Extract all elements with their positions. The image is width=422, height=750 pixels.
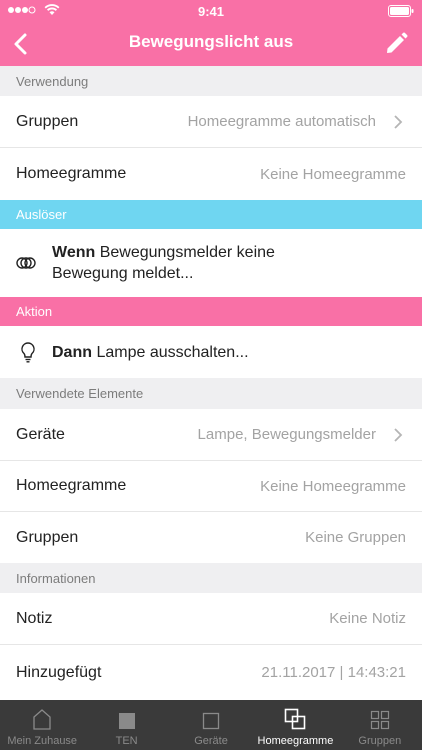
chevron-right-icon [392, 427, 406, 443]
row-value: Homeegramme automatisch [187, 113, 376, 130]
row-elemente-homeegramme: Homeegramme Keine Homeegramme [0, 461, 422, 512]
row-elemente-geraete[interactable]: Geräte Lampe, Bewegungsmelder [0, 409, 422, 461]
row-label: Hinzugefügt [16, 663, 102, 681]
square-filled-icon [118, 713, 135, 729]
section-informationen: Informationen [0, 563, 422, 593]
tab-gruppen[interactable]: Gruppen [338, 700, 422, 750]
status-bar: 9:41 [0, 0, 422, 22]
row-elemente-gruppen: Gruppen Keine Gruppen [0, 512, 422, 563]
row-label: Geräte [16, 425, 65, 443]
action-text: Dann Lampe ausschalten... [52, 342, 249, 363]
tab-mein-zuhause[interactable]: Mein Zuhause [0, 700, 84, 750]
row-label: Gruppen [16, 528, 79, 546]
row-label: Homeegramme [16, 165, 127, 182]
tab-ten[interactable]: TEN [84, 700, 168, 750]
house-icon [33, 709, 51, 730]
row-label: Homeegramme [16, 477, 127, 494]
row-value: Keine Homeegramme [260, 165, 406, 183]
chevron-right-icon [392, 114, 406, 130]
trigger-keyword: Wenn [52, 244, 96, 261]
row-value: Keine Notiz [329, 610, 406, 627]
lightbulb-icon [21, 342, 35, 363]
section-verwendete-elemente: Verwendete Elemente [0, 378, 422, 409]
header: 9:41 Bewegungslicht aus [0, 0, 422, 66]
motion-sensor-icon [16, 257, 36, 269]
battery-icon [388, 5, 414, 17]
action-keyword: Dann [52, 343, 92, 361]
section-ausloeser: Auslöser [0, 200, 422, 229]
status-time: 9:41 [197, 4, 225, 19]
trigger-row[interactable]: Wenn Bewegungsmelder keine Bewegung melde… [0, 229, 422, 297]
row-label: Gruppen [16, 112, 79, 130]
tab-label: Geräte [194, 735, 228, 747]
row-label: Notiz [16, 609, 53, 627]
row-value: 21.11.2017 | 14:43:21 [261, 664, 406, 681]
row-verwendung-gruppen[interactable]: Gruppen Homeegramme automatisch [0, 96, 422, 148]
tab-label: Mein Zuhause [7, 735, 78, 747]
action-description: Lampe ausschalten... [92, 343, 249, 361]
tab-label: Homeegramme [257, 735, 334, 747]
tab-label: TEN [115, 735, 138, 747]
trigger-description: Bewegungsmelder keine [95, 244, 275, 261]
navigation-bar: Bewegungslicht aus [0, 22, 422, 66]
row-verwendung-homeegramme: Homeegramme Keine Homeegramme [0, 148, 422, 200]
chevron-left-icon [14, 33, 27, 55]
action-row[interactable]: Dann Lampe ausschalten... [0, 326, 422, 378]
tab-label: Gruppen [358, 735, 402, 747]
row-value: Keine Homeegramme [260, 477, 406, 495]
pencil-icon [387, 32, 408, 53]
back-button[interactable] [10, 30, 32, 58]
tab-bar: Mein Zuhause TEN Geräte Homeegramme Grup… [0, 700, 422, 750]
trigger-text: Wenn Bewegungsmelder keine Bewegung melde… [52, 242, 275, 284]
row-info-hinzugefuegt: Hinzugefügt 21.11.2017 | 14:43:21 [0, 645, 422, 700]
groups-icon [370, 710, 389, 730]
trigger-description-2: Bewegung meldet... [52, 265, 194, 282]
edit-button[interactable] [382, 30, 410, 58]
row-info-notiz: Notiz Keine Notiz [0, 593, 422, 645]
status-right [388, 5, 414, 20]
square-outline-icon [202, 712, 220, 730]
row-value: Keine Gruppen [305, 529, 406, 546]
section-verwendung: Verwendung [0, 66, 422, 96]
page-title: Bewegungslicht aus [128, 32, 294, 51]
homeegram-icon [285, 708, 306, 730]
row-value: Lampe, Bewegungsmelder [197, 426, 376, 443]
section-aktion: Aktion [0, 297, 422, 326]
tab-geraete[interactable]: Geräte [169, 700, 253, 750]
tab-homeegramme[interactable]: Homeegramme [253, 700, 337, 750]
